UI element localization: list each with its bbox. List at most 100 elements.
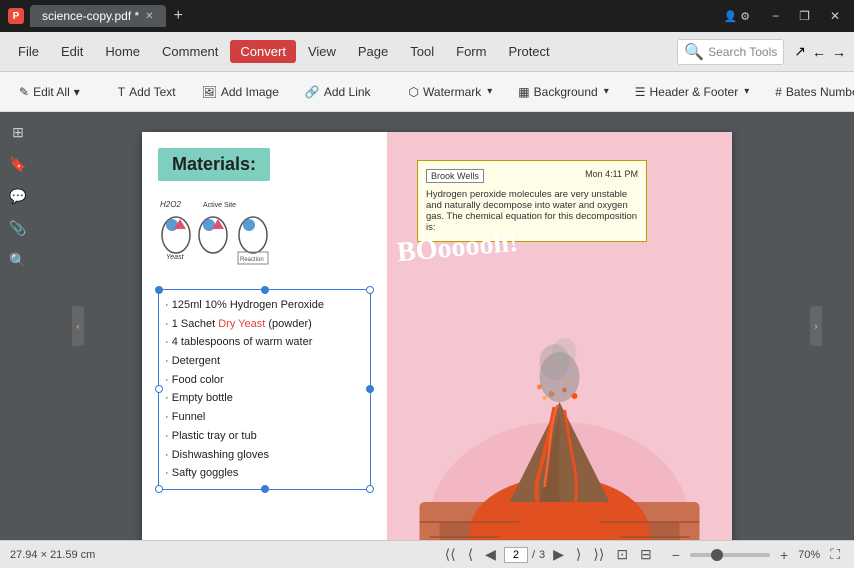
forward-icon[interactable]: → <box>832 44 846 60</box>
bates-number-button[interactable]: # Bates Number <box>764 80 854 104</box>
menu-form[interactable]: Form <box>446 40 496 63</box>
background-button[interactable]: ▦ Background <box>507 80 619 104</box>
sidebar-comments-icon[interactable]: 💬 <box>6 184 30 208</box>
page-left-section: Materials: H2O2 Active Site <box>142 132 387 540</box>
annotation-header: Brook Wells Mon 4:11 PM <box>426 169 638 183</box>
background-label: Background <box>534 85 598 99</box>
total-pages: 3 <box>539 549 545 561</box>
volcano-illustration: 4400°c <box>387 302 732 540</box>
minimize-button[interactable]: − <box>766 7 785 25</box>
menu-page[interactable]: Page <box>348 40 398 63</box>
back-icon[interactable]: ← <box>812 44 826 60</box>
zoom-slider[interactable] <box>690 553 770 557</box>
menu-tool[interactable]: Tool <box>400 40 444 63</box>
tab-close-button[interactable]: ✕ <box>145 11 153 22</box>
page-dimensions: 27.94 × 21.59 cm <box>10 549 429 561</box>
menu-convert[interactable]: Convert <box>230 40 296 63</box>
header-footer-button[interactable]: ☰ Header & Footer <box>624 80 761 104</box>
header-footer-icon: ☰ <box>635 85 646 99</box>
prev-page-button[interactable]: ⟨ <box>464 544 477 565</box>
edit-all-arrow: ▾ <box>74 85 80 99</box>
materials-list: 125ml 10% Hydrogen Peroxide 1 Sachet Dry… <box>165 296 362 483</box>
fullscreen-button[interactable]: ⛶ <box>826 544 844 565</box>
last-page-button[interactable]: ⟩⟩ <box>589 544 608 565</box>
fit-page-button[interactable]: ⊡ <box>612 544 632 565</box>
next-page-arrow[interactable]: ▶ <box>549 544 568 565</box>
watermark-button[interactable]: ⬡ Watermark <box>398 80 504 104</box>
boo-text: BOooooh! <box>396 227 520 269</box>
zoom-in-button[interactable]: + <box>776 545 792 565</box>
prev-page-arrow[interactable]: ◀ <box>481 544 500 565</box>
close-button[interactable]: ✕ <box>824 7 846 25</box>
zoom-level: 70% <box>798 549 820 561</box>
image-icon: 🖼 <box>202 85 217 99</box>
right-sidebar-toggle-button[interactable]: › <box>810 306 822 346</box>
menu-protect[interactable]: Protect <box>498 40 559 63</box>
canvas-area: ‹ › Materials: H2O2 Active Site <box>36 112 838 540</box>
sidebar-attachments-icon[interactable]: 📎 <box>6 216 30 240</box>
annotation-author: Brook Wells <box>426 169 484 183</box>
list-item: Dishwashing gloves <box>165 446 362 465</box>
sidebar-bookmarks-icon[interactable]: 🔖 <box>6 152 30 176</box>
title-bar: P science-copy.pdf * ✕ + 👤 ⚙ − ❐ ✕ <box>0 0 854 32</box>
search-placeholder: Search Tools <box>708 45 777 59</box>
new-tab-button[interactable]: + <box>168 7 189 25</box>
annotation-time: Mon 4:11 PM <box>585 169 638 183</box>
list-item: Safty goggles <box>165 464 362 483</box>
annotation-box: Brook Wells Mon 4:11 PM Hydrogen peroxid… <box>417 160 647 242</box>
menu-file[interactable]: File <box>8 40 49 63</box>
sidebar-toggle-button[interactable]: ‹ <box>72 306 84 346</box>
list-item: 1 Sachet Dry Yeast (powder) <box>165 315 362 334</box>
share-icon[interactable]: ↗ <box>794 43 806 60</box>
handle-top-left <box>155 286 163 294</box>
enzyme-diagram: H2O2 Active Site <box>158 197 298 277</box>
restore-button[interactable]: ❐ <box>793 7 816 25</box>
right-sidebar <box>838 112 854 540</box>
add-link-label: Add Link <box>324 85 371 99</box>
edit-all-button[interactable]: ✎ Edit All ▾ <box>8 80 91 104</box>
list-item: Plastic tray or tub <box>165 427 362 446</box>
handle-middle-left <box>155 385 163 393</box>
header-footer-label: Header & Footer <box>649 85 738 99</box>
list-item: 4 tablespoons of warm water <box>165 333 362 352</box>
sidebar-search-icon[interactable]: 🔍 <box>6 248 30 272</box>
current-page-input[interactable] <box>504 547 528 563</box>
page-separator: / <box>532 549 535 561</box>
menu-comment[interactable]: Comment <box>152 40 228 63</box>
background-icon: ▦ <box>518 85 529 99</box>
zoom-out-button[interactable]: − <box>668 545 684 565</box>
menu-edit[interactable]: Edit <box>51 40 93 63</box>
handle-bottom-left <box>155 485 163 493</box>
add-link-button[interactable]: 🔗 Add Link <box>294 80 382 104</box>
menu-home[interactable]: Home <box>95 40 150 63</box>
page-right-section: Brook Wells Mon 4:11 PM Hydrogen peroxid… <box>387 132 732 540</box>
zoom-controls: − + 70% ⛶ <box>668 544 844 565</box>
toolbar: ✎ Edit All ▾ T Add Text 🖼 Add Image 🔗 Ad… <box>0 72 854 112</box>
app-icon: P <box>8 8 24 24</box>
handle-bottom-middle <box>261 485 269 493</box>
first-page-button[interactable]: ⟨⟨ <box>441 544 460 565</box>
title-bar-tabs: science-copy.pdf * ✕ + <box>30 5 189 27</box>
svg-text:Active Site: Active Site <box>203 202 236 209</box>
main-area: ⊞ 🔖 💬 📎 🔍 ‹ › Materials: H2O2 Active Si <box>0 112 854 540</box>
svg-text:Yeast: Yeast <box>166 254 185 261</box>
next-page-button[interactable]: ⟩ <box>572 544 585 565</box>
menu-view[interactable]: View <box>298 40 346 63</box>
add-image-button[interactable]: 🖼 Add Image <box>191 80 290 104</box>
dry-yeast-highlight: Dry Yeast <box>218 318 265 330</box>
page-navigation: ⟨⟨ ⟨ ◀ / 3 ▶ ⟩ ⟩⟩ ⊡ ⊟ <box>441 544 656 565</box>
handle-top-middle <box>261 286 269 294</box>
materials-title: Materials: <box>158 148 270 181</box>
search-icon: 🔍 <box>684 42 704 62</box>
diagram-area: H2O2 Active Site <box>158 197 371 277</box>
fit-width-button[interactable]: ⊟ <box>636 544 656 565</box>
handle-middle-right <box>366 385 374 393</box>
active-tab[interactable]: science-copy.pdf * ✕ <box>30 5 166 27</box>
sidebar-pages-icon[interactable]: ⊞ <box>6 120 30 144</box>
list-item: Food color <box>165 371 362 390</box>
watermark-label: Watermark <box>423 85 481 99</box>
list-item: 125ml 10% Hydrogen Peroxide <box>165 296 362 315</box>
title-bar-controls: 👤 ⚙ − ❐ ✕ <box>724 7 846 25</box>
text-icon: T <box>118 85 125 99</box>
add-text-button[interactable]: T Add Text <box>107 80 187 104</box>
